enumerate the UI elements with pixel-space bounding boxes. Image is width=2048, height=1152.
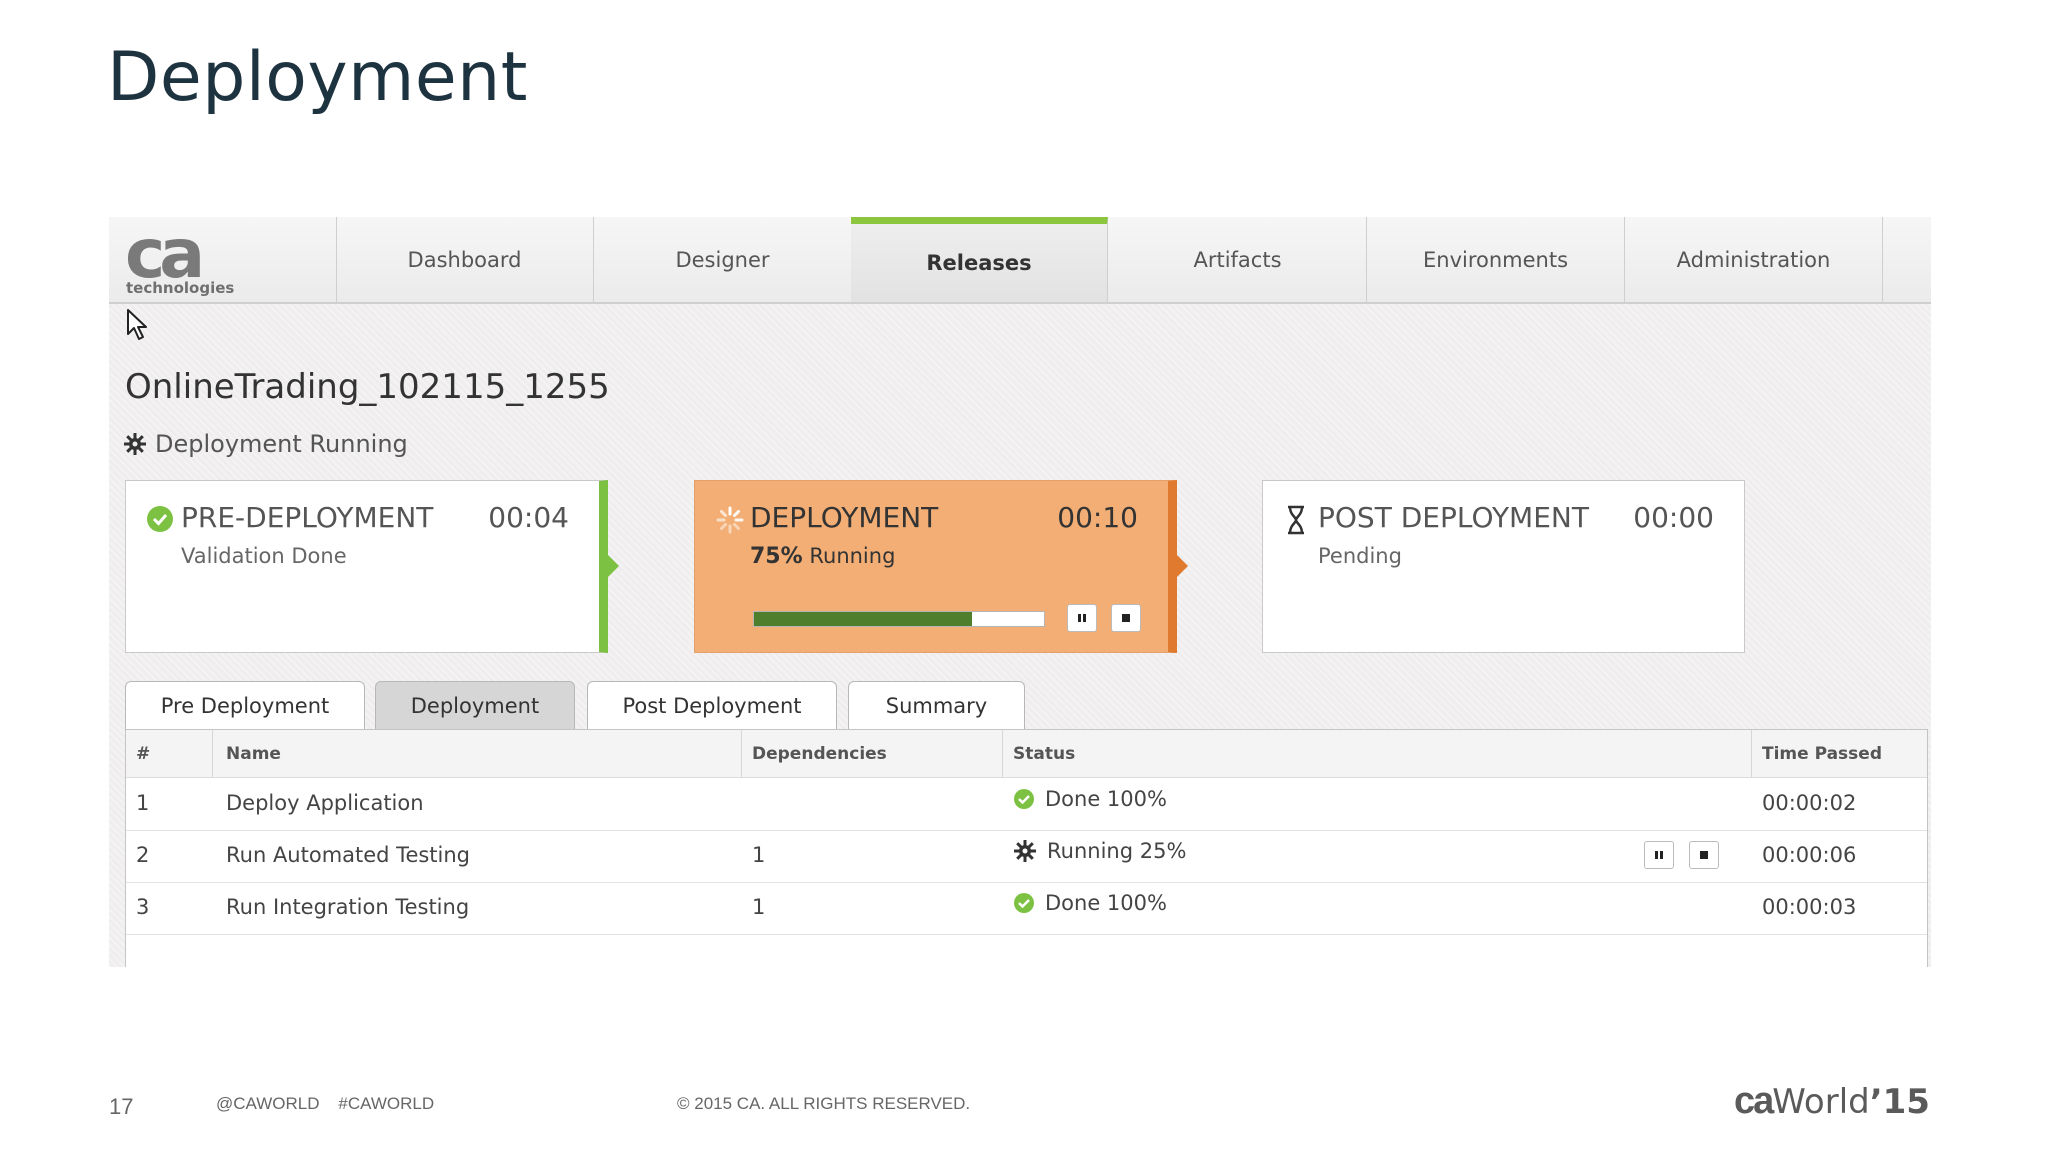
row-name: Run Integration Testing bbox=[226, 895, 470, 919]
hourglass-icon bbox=[1288, 505, 1304, 535]
row-status-text: Running 25% bbox=[1047, 839, 1187, 863]
stage-name: PRE-DEPLOYMENT bbox=[181, 501, 434, 534]
row-dependencies: 1 bbox=[752, 843, 766, 867]
row-number: 3 bbox=[136, 895, 150, 919]
app-screenshot: ca technologies Dashboard Designer Relea… bbox=[109, 217, 1931, 967]
table-header: # Name Dependencies Status Time Passed bbox=[126, 730, 1927, 778]
table-row[interactable]: 1 Deploy Application Done 100% 00:00:02 bbox=[126, 778, 1927, 831]
row-time-passed: 00:00:02 bbox=[1762, 791, 1857, 815]
stage-percent: 75% bbox=[750, 544, 803, 569]
spinner-icon bbox=[716, 506, 744, 534]
release-name: OnlineTrading_102115_1255 bbox=[125, 367, 610, 407]
tab-post-deployment[interactable]: Post Deployment bbox=[587, 681, 837, 729]
caworld-logo: caWorld’15 bbox=[1734, 1080, 1930, 1123]
row-number: 1 bbox=[136, 791, 150, 815]
nav-tab-artifacts[interactable]: Artifacts bbox=[1109, 217, 1367, 302]
stage-time: 00:10 bbox=[1057, 501, 1138, 534]
caworld-logo-world: World bbox=[1772, 1082, 1870, 1122]
top-nav: ca technologies Dashboard Designer Relea… bbox=[109, 217, 1931, 304]
pause-button[interactable] bbox=[1067, 604, 1097, 632]
pause-icon bbox=[1078, 614, 1086, 622]
row-time-passed: 00:00:06 bbox=[1762, 843, 1857, 867]
check-icon bbox=[1014, 789, 1034, 809]
stage-pre-deployment[interactable]: PRE-DEPLOYMENT 00:04 Validation Done bbox=[125, 480, 619, 653]
caworld-logo-year: ’15 bbox=[1869, 1082, 1930, 1122]
stage-substatus: Validation Done bbox=[181, 544, 347, 568]
row-name: Run Automated Testing bbox=[226, 843, 471, 867]
table-row[interactable]: 3 Run Integration Testing 1 Done 100% 00… bbox=[126, 882, 1927, 935]
nav-tab-releases[interactable]: Releases bbox=[851, 217, 1108, 302]
release-status: Deployment Running bbox=[123, 430, 408, 458]
nav-tab-dashboard[interactable]: Dashboard bbox=[336, 217, 594, 302]
slide-title: Deployment bbox=[107, 38, 528, 117]
table-row[interactable]: 2 Run Automated Testing 1 Running 25% 00… bbox=[126, 830, 1927, 883]
column-header-status[interactable]: Status bbox=[1013, 744, 1075, 764]
stop-icon bbox=[1122, 614, 1130, 622]
column-header-number[interactable]: # bbox=[136, 744, 150, 764]
stage-time: 00:04 bbox=[488, 501, 569, 534]
tab-pre-deployment[interactable]: Pre Deployment bbox=[125, 681, 365, 729]
release-status-text: Deployment Running bbox=[155, 430, 408, 458]
row-status-text: Done 100% bbox=[1045, 787, 1167, 811]
gear-icon bbox=[1014, 840, 1036, 862]
row-dependencies: 1 bbox=[752, 895, 766, 919]
stage-post-deployment[interactable]: POST DEPLOYMENT 00:00 Pending bbox=[1262, 480, 1745, 653]
column-header-dependencies[interactable]: Dependencies bbox=[752, 744, 887, 764]
footer-copyright: © 2015 CA. ALL RIGHTS RESERVED. bbox=[677, 1094, 971, 1113]
nav-tab-designer[interactable]: Designer bbox=[594, 217, 852, 302]
row-status: Done 100% bbox=[1013, 787, 1167, 811]
ca-technologies-logo[interactable]: ca technologies bbox=[109, 217, 337, 302]
check-icon bbox=[1014, 893, 1034, 913]
stage-substatus: 75% Running bbox=[750, 544, 895, 569]
row-name: Deploy Application bbox=[226, 791, 424, 815]
stage-name: DEPLOYMENT bbox=[750, 501, 939, 534]
mouse-cursor-icon bbox=[127, 309, 147, 340]
stop-button[interactable] bbox=[1111, 604, 1141, 632]
stop-icon bbox=[1700, 851, 1708, 859]
nav-tab-administration[interactable]: Administration bbox=[1625, 217, 1883, 302]
deployment-progress-bar bbox=[753, 611, 1045, 627]
stage-substatus-text: Running bbox=[809, 544, 896, 568]
column-header-name[interactable]: Name bbox=[226, 744, 281, 764]
stage-arrow bbox=[608, 555, 619, 577]
row-number: 2 bbox=[136, 843, 150, 867]
logo-subtitle: technologies bbox=[126, 279, 235, 297]
caworld-logo-ca: ca bbox=[1734, 1080, 1774, 1122]
footer-social: @CAWORLD #CAWORLD bbox=[216, 1094, 435, 1113]
page-number: 17 bbox=[109, 1094, 134, 1119]
stage-substatus: Pending bbox=[1318, 544, 1402, 568]
tab-deployment[interactable]: Deployment bbox=[375, 681, 575, 729]
column-header-time-passed[interactable]: Time Passed bbox=[1762, 744, 1882, 764]
row-status-text: Done 100% bbox=[1045, 891, 1167, 915]
row-status: Running 25% bbox=[1013, 839, 1186, 863]
row-status: Done 100% bbox=[1013, 891, 1167, 915]
stage-arrow bbox=[1177, 555, 1188, 577]
row-pause-button[interactable] bbox=[1644, 841, 1674, 869]
row-time-passed: 00:00:03 bbox=[1762, 895, 1857, 919]
nav-tab-environments[interactable]: Environments bbox=[1367, 217, 1625, 302]
stage-deployment[interactable]: DEPLOYMENT 00:10 75% Running bbox=[694, 480, 1188, 653]
progress-fill bbox=[754, 612, 972, 626]
check-icon bbox=[147, 506, 173, 532]
row-stop-button[interactable] bbox=[1689, 841, 1719, 869]
pause-icon bbox=[1655, 851, 1663, 859]
stage-name: POST DEPLOYMENT bbox=[1318, 501, 1589, 534]
stage-time: 00:00 bbox=[1633, 501, 1714, 534]
gear-icon bbox=[124, 433, 146, 455]
tasks-table: # Name Dependencies Status Time Passed 1… bbox=[125, 729, 1928, 967]
tab-summary[interactable]: Summary bbox=[848, 681, 1025, 729]
